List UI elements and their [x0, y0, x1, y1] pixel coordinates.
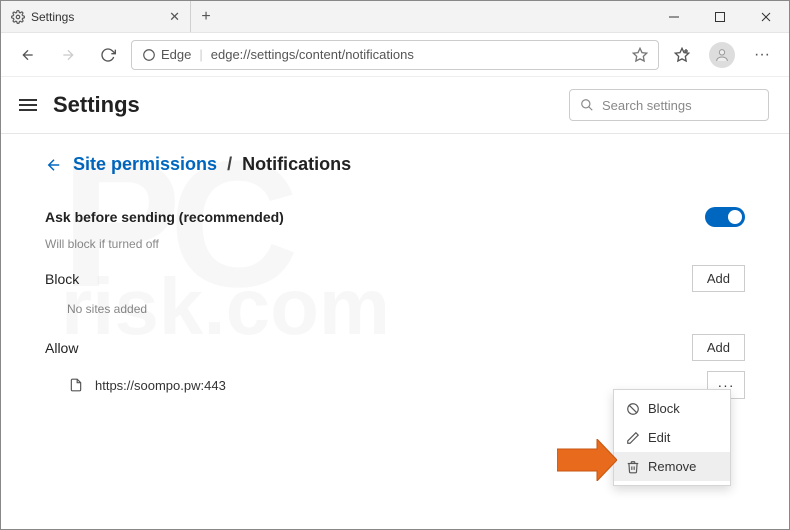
ask-toggle[interactable] [705, 207, 745, 227]
menu-block-label: Block [648, 401, 680, 416]
ask-row: Ask before sending (recommended) [45, 199, 745, 235]
page-header: Settings Search settings [1, 77, 789, 133]
pointer-arrow [557, 439, 617, 481]
window-close-button[interactable] [743, 1, 789, 32]
minimize-button[interactable] [651, 1, 697, 32]
profile-button[interactable] [709, 42, 735, 68]
gear-icon [11, 10, 25, 24]
breadcrumb-sep: / [227, 154, 232, 175]
brand-label: Edge [161, 47, 191, 62]
search-input[interactable]: Search settings [569, 89, 769, 121]
favorite-icon[interactable] [632, 47, 648, 63]
menu-remove[interactable]: Remove [614, 452, 730, 481]
block-add-button[interactable]: Add [692, 265, 745, 292]
close-icon[interactable]: ✕ [169, 9, 180, 25]
favorites-button[interactable] [665, 38, 699, 72]
back-button[interactable] [11, 38, 45, 72]
breadcrumb: Site permissions / Notifications [45, 154, 745, 175]
forward-button [51, 38, 85, 72]
block-icon [626, 402, 640, 416]
addr-divider: | [199, 47, 202, 62]
breadcrumb-back-icon[interactable] [45, 156, 63, 174]
file-icon [67, 376, 85, 394]
edge-brand: Edge [142, 47, 191, 62]
new-tab-button[interactable]: + [191, 1, 221, 32]
trash-icon [626, 460, 640, 474]
maximize-button[interactable] [697, 1, 743, 32]
tab-title: Settings [31, 10, 163, 24]
search-icon [580, 98, 594, 112]
block-empty: No sites added [45, 292, 745, 328]
breadcrumb-parent[interactable]: Site permissions [73, 154, 217, 175]
context-menu: Block Edit Remove [613, 389, 731, 486]
toolbar: Edge | edge://settings/content/notificat… [1, 33, 789, 77]
search-placeholder: Search settings [602, 98, 692, 113]
divider [1, 133, 789, 134]
titlebar: Settings ✕ + [1, 1, 789, 33]
breadcrumb-current: Notifications [242, 154, 351, 175]
menu-block[interactable]: Block [614, 394, 730, 423]
url-text: edge://settings/content/notifications [211, 47, 414, 62]
menu-button[interactable]: ··· [745, 38, 779, 72]
page-title: Settings [53, 92, 140, 118]
pencil-icon [626, 431, 640, 445]
browser-tab[interactable]: Settings ✕ [1, 1, 191, 32]
allow-add-button[interactable]: Add [692, 334, 745, 361]
address-bar[interactable]: Edge | edge://settings/content/notificat… [131, 40, 659, 70]
site-url: https://soompo.pw:443 [95, 378, 226, 393]
menu-edit-label: Edit [648, 430, 670, 445]
ask-sub: Will block if turned off [45, 237, 745, 251]
block-label: Block [45, 271, 79, 287]
menu-edit[interactable]: Edit [614, 423, 730, 452]
menu-remove-label: Remove [648, 459, 696, 474]
allow-label: Allow [45, 340, 78, 356]
refresh-button[interactable] [91, 38, 125, 72]
ask-label: Ask before sending (recommended) [45, 209, 284, 225]
hamburger-icon[interactable] [15, 92, 41, 118]
